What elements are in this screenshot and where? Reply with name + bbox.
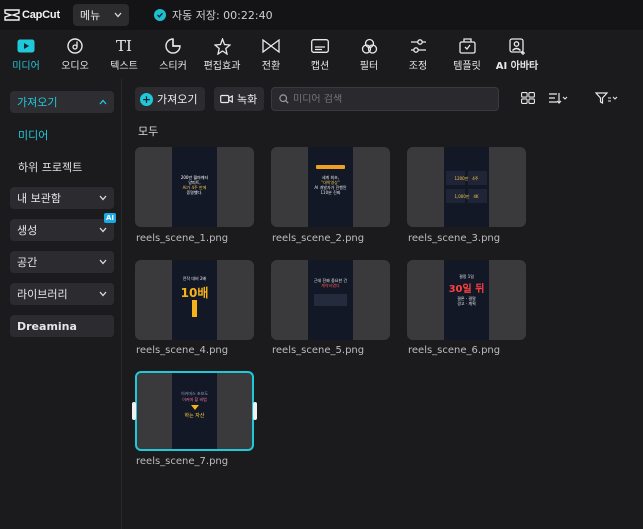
sticker-icon [165, 36, 181, 56]
tab-effects[interactable]: 편집효과 [201, 33, 243, 75]
tab-ai-avatar[interactable]: AI 아바타 [494, 33, 540, 75]
left-sidebar: 가져오기 미디어 하위 프로젝트 내 보관함 생성 AI 공간 라이브러리 Dr… [0, 79, 122, 529]
template-icon [458, 36, 476, 56]
top-bar: CapCut 메뉴 자동 저장: 00:22:40 [0, 0, 643, 30]
search-input[interactable] [293, 93, 483, 105]
sidebar-item-generate[interactable]: 생성 AI [10, 213, 116, 241]
filter-funnel-icon [595, 92, 618, 104]
media-card[interactable]: 전작 대비 2배 10배 [135, 260, 254, 340]
sidebar-item-sub-project[interactable]: 하위 프로젝트 [18, 159, 82, 175]
check-icon [154, 9, 166, 21]
media-card[interactable]: 결정 1일 30일 뒤 결론 · 결말 경고 · 계획 [407, 260, 526, 340]
thumbnail-image: 전작 대비 2배 10배 [172, 260, 217, 340]
effects-icon [213, 36, 231, 56]
sort-button[interactable] [548, 92, 568, 104]
menu-label: 메뉴 [80, 9, 101, 22]
tab-text[interactable]: TI 텍스트 [106, 33, 142, 75]
thumbnail-image: 근데 진짜 중요한 건 계약서였다 [308, 260, 353, 340]
ai-badge: AI [104, 213, 116, 223]
chevron-down-icon [99, 259, 107, 265]
text-icon: TI [116, 37, 132, 55]
file-name: reels_scene_7.png [136, 456, 229, 467]
grid-view-icon [521, 92, 535, 104]
file-name: reels_scene_3.png [408, 233, 501, 244]
file-name: reels_scene_4.png [136, 345, 229, 356]
section-title: 모두 [138, 125, 159, 138]
file-name: reels_scene_1.png [136, 233, 229, 244]
chevron-up-icon [99, 99, 107, 105]
caption-icon [311, 36, 329, 56]
sidebar-item-library[interactable]: 라이브러리 [10, 283, 114, 305]
sort-icon [549, 93, 568, 104]
view-mode-grid[interactable] [521, 92, 535, 104]
import-button[interactable]: + 가져오기 [135, 87, 205, 111]
chevron-down-icon [99, 195, 107, 201]
trim-handle-right[interactable] [253, 402, 257, 420]
capcut-logo-icon [4, 9, 20, 21]
media-card[interactable]: 1200만 4주 1,000만 4K [407, 147, 526, 227]
tab-caption[interactable]: 캡션 [302, 33, 338, 75]
search-box[interactable] [271, 87, 499, 111]
media-card[interactable]: 세계 최초, "대박영상" AI 개발자가 진행된 110분 진짜 [271, 147, 390, 227]
sidebar-item-my-library[interactable]: 내 보관함 [10, 187, 114, 209]
media-card[interactable]: 근데 진짜 중요한 건 계약서였다 [271, 260, 390, 340]
record-button[interactable]: 녹화 [214, 87, 264, 111]
sidebar-import-group[interactable]: 가져오기 [10, 91, 114, 113]
media-icon [17, 36, 35, 56]
camera-icon [220, 94, 233, 104]
transition-icon [262, 36, 280, 56]
sidebar-item-media[interactable]: 미디어 [18, 127, 48, 143]
file-name: reels_scene_2.png [272, 233, 365, 244]
tab-filter[interactable]: 필터 [351, 33, 387, 75]
menu-button[interactable]: 메뉴 [73, 4, 129, 26]
plus-icon: + [140, 92, 153, 106]
search-icon [279, 94, 289, 104]
thumbnail-image: 세계 최초, "대박영상" AI 개발자가 진행된 110분 진짜 [308, 147, 353, 227]
tab-adjust[interactable]: 조정 [400, 33, 436, 75]
thumbnail-image: 이커머스 초보도 이커머 할 비법 하는 자산 [172, 373, 217, 449]
chevron-down-icon [99, 291, 107, 297]
thumbnail-image: 1200만 4주 1,000만 4K [444, 147, 489, 227]
sidebar-item-dreamina[interactable]: Dreamina [10, 315, 114, 337]
media-panel: + 가져오기 녹화 모두 200만 월마케터양피트,AI가 4주 만에증명했다.… [123, 79, 643, 529]
chevron-down-icon [99, 227, 107, 233]
autosave-text: 자동 저장: 00:22:40 [172, 9, 273, 22]
filter-icon [361, 36, 378, 56]
audio-icon [67, 36, 83, 56]
file-name: reels_scene_6.png [408, 345, 501, 356]
adjust-icon [410, 36, 427, 56]
thumbnail-image: 200만 월마케터 양피트, AI가 4주 만에 증명했다. [172, 147, 217, 227]
tab-audio[interactable]: 오디오 [57, 33, 93, 75]
autosave-status: 자동 저장: 00:22:40 [154, 7, 273, 23]
filter-button[interactable] [595, 92, 619, 104]
tool-tabs: 미디어 오디오 TI 텍스트 스티커 편집효과 전환 캡션 필터 조정 템플릿 … [0, 33, 643, 75]
thumbnail-image: 결정 1일 30일 뒤 결론 · 결말 경고 · 계획 [444, 260, 489, 340]
media-card[interactable]: 200만 월마케터 양피트, AI가 4주 만에 증명했다. [135, 147, 254, 227]
chevron-down-icon [114, 12, 122, 18]
sidebar-item-space[interactable]: 공간 [10, 251, 114, 273]
media-card-selected[interactable]: 이커머스 초보도 이커머 할 비법 하는 자산 [135, 371, 254, 451]
app-logo: CapCut [4, 9, 64, 21]
trim-handle-left[interactable] [132, 402, 136, 420]
logo-text: CapCut [22, 9, 60, 21]
tab-template[interactable]: 템플릿 [446, 33, 488, 75]
tab-media[interactable]: 미디어 [8, 33, 44, 75]
file-name: reels_scene_5.png [272, 345, 365, 356]
tab-transition[interactable]: 전환 [253, 33, 289, 75]
ai-avatar-icon [508, 36, 526, 56]
tab-sticker[interactable]: 스티커 [155, 33, 191, 75]
